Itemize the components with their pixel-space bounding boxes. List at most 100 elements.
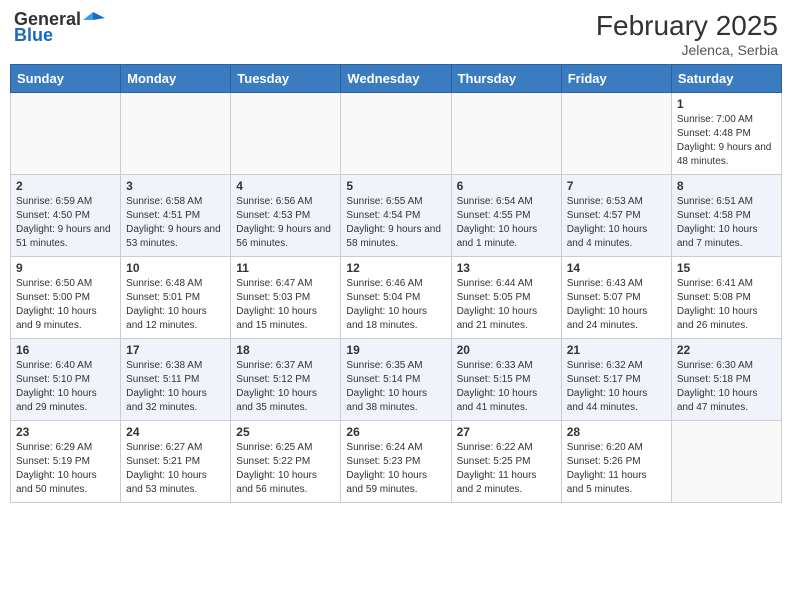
day-number: 14 [567,261,666,275]
day-info: Sunrise: 6:20 AM Sunset: 5:26 PM Dayligh… [567,441,666,497]
day-info: Sunrise: 6:53 AM Sunset: 4:57 PM Dayligh… [567,195,666,251]
calendar-cell: 5 Sunrise: 6:55 AM Sunset: 4:54 PM Daylig… [341,175,451,257]
day-number: 3 [126,179,225,193]
weekday-header-row: SundayMondayTuesdayWednesdayThursdayFrid… [11,65,782,93]
day-number: 17 [126,343,225,357]
calendar-week-row: 2 Sunrise: 6:59 AM Sunset: 4:50 PM Daylig… [11,175,782,257]
calendar-cell: 9 Sunrise: 6:50 AM Sunset: 5:00 PM Daylig… [11,257,121,339]
calendar-cell: 15Sunrise: 6:41 AM Sunset: 5:08 PM Dayli… [671,257,781,339]
weekday-header-thursday: Thursday [451,65,561,93]
day-info: Sunrise: 6:25 AM Sunset: 5:22 PM Dayligh… [236,441,335,497]
calendar-cell: 26 Sunrise: 6:24 AM Sunset: 5:23 PM Dayli… [341,421,451,503]
day-info: Sunrise: 6:56 AM Sunset: 4:53 PM Dayligh… [236,195,335,251]
day-number: 28 [567,425,666,439]
calendar-cell [561,93,671,175]
calendar-cell: 11 Sunrise: 6:47 AM Sunset: 5:03 PM Dayli… [231,257,341,339]
calendar-cell: 27 Sunrise: 6:22 AM Sunset: 5:25 PM Dayli… [451,421,561,503]
day-info: Sunrise: 6:58 AM Sunset: 4:51 PM Dayligh… [126,195,225,251]
calendar-week-row: 1 Sunrise: 7:00 AM Sunset: 4:48 PM Daylig… [11,93,782,175]
day-info: Sunrise: 6:48 AM Sunset: 5:01 PM Dayligh… [126,277,225,333]
day-info: Sunrise: 6:30 AM Sunset: 5:18 PM Dayligh… [677,359,776,415]
calendar-cell [121,93,231,175]
calendar-cell: 17 Sunrise: 6:38 AM Sunset: 5:11 PM Dayli… [121,339,231,421]
day-number: 6 [457,179,556,193]
day-info: Sunrise: 6:44 AM Sunset: 5:05 PM Dayligh… [457,277,556,333]
weekday-header-saturday: Saturday [671,65,781,93]
day-info: Sunrise: 6:33 AM Sunset: 5:15 PM Dayligh… [457,359,556,415]
logo: General Blue [14,10,105,46]
day-info: Sunrise: 6:29 AM Sunset: 5:19 PM Dayligh… [16,441,115,497]
day-number: 21 [567,343,666,357]
day-info: Sunrise: 6:40 AM Sunset: 5:10 PM Dayligh… [16,359,115,415]
calendar-cell: 12 Sunrise: 6:46 AM Sunset: 5:04 PM Dayli… [341,257,451,339]
calendar-cell: 22 Sunrise: 6:30 AM Sunset: 5:18 PM Dayli… [671,339,781,421]
day-number: 20 [457,343,556,357]
day-number: 11 [236,261,335,275]
day-info: Sunrise: 6:59 AM Sunset: 4:50 PM Dayligh… [16,195,115,251]
calendar-week-row: 16 Sunrise: 6:40 AM Sunset: 5:10 PM Dayli… [11,339,782,421]
calendar-cell: 3 Sunrise: 6:58 AM Sunset: 4:51 PM Daylig… [121,175,231,257]
calendar-cell: 2 Sunrise: 6:59 AM Sunset: 4:50 PM Daylig… [11,175,121,257]
calendar-cell: 19 Sunrise: 6:35 AM Sunset: 5:14 PM Dayli… [341,339,451,421]
day-info: Sunrise: 6:55 AM Sunset: 4:54 PM Dayligh… [346,195,445,251]
calendar-cell: 24 Sunrise: 6:27 AM Sunset: 5:21 PM Dayli… [121,421,231,503]
calendar-week-row: 23 Sunrise: 6:29 AM Sunset: 5:19 PM Dayli… [11,421,782,503]
calendar-cell: 7Sunrise: 6:53 AM Sunset: 4:57 PM Daylig… [561,175,671,257]
weekday-header-wednesday: Wednesday [341,65,451,93]
weekday-header-friday: Friday [561,65,671,93]
calendar-cell: 23 Sunrise: 6:29 AM Sunset: 5:19 PM Dayli… [11,421,121,503]
day-info: Sunrise: 6:37 AM Sunset: 5:12 PM Dayligh… [236,359,335,415]
weekday-header-sunday: Sunday [11,65,121,93]
day-info: Sunrise: 6:27 AM Sunset: 5:21 PM Dayligh… [126,441,225,497]
day-info: Sunrise: 6:43 AM Sunset: 5:07 PM Dayligh… [567,277,666,333]
day-number: 26 [346,425,445,439]
day-number: 1 [677,97,776,111]
day-number: 24 [126,425,225,439]
day-number: 8 [677,179,776,193]
calendar-cell [671,421,781,503]
calendar-cell: 25 Sunrise: 6:25 AM Sunset: 5:22 PM Dayli… [231,421,341,503]
day-number: 5 [346,179,445,193]
day-number: 13 [457,261,556,275]
day-number: 12 [346,261,445,275]
calendar-cell [451,93,561,175]
day-number: 22 [677,343,776,357]
calendar-cell: 13 Sunrise: 6:44 AM Sunset: 5:05 PM Dayli… [451,257,561,339]
calendar-table: SundayMondayTuesdayWednesdayThursdayFrid… [10,64,782,503]
day-info: Sunrise: 7:00 AM Sunset: 4:48 PM Dayligh… [677,113,776,169]
day-number: 27 [457,425,556,439]
calendar-cell: 1 Sunrise: 7:00 AM Sunset: 4:48 PM Daylig… [671,93,781,175]
day-number: 10 [126,261,225,275]
day-number: 16 [16,343,115,357]
day-number: 23 [16,425,115,439]
day-number: 19 [346,343,445,357]
logo-blue-text: Blue [14,26,105,46]
location-subtitle: Jelenca, Serbia [596,42,778,58]
day-info: Sunrise: 6:24 AM Sunset: 5:23 PM Dayligh… [346,441,445,497]
day-number: 2 [16,179,115,193]
calendar-cell: 10 Sunrise: 6:48 AM Sunset: 5:01 PM Dayli… [121,257,231,339]
calendar-cell: 14 Sunrise: 6:43 AM Sunset: 5:07 PM Dayli… [561,257,671,339]
day-info: Sunrise: 6:54 AM Sunset: 4:55 PM Dayligh… [457,195,556,251]
day-info: Sunrise: 6:32 AM Sunset: 5:17 PM Dayligh… [567,359,666,415]
page-header: General Blue February 2025 Jelenca, Serb… [10,10,782,58]
day-info: Sunrise: 6:35 AM Sunset: 5:14 PM Dayligh… [346,359,445,415]
day-number: 9 [16,261,115,275]
day-info: Sunrise: 6:50 AM Sunset: 5:00 PM Dayligh… [16,277,115,333]
day-info: Sunrise: 6:47 AM Sunset: 5:03 PM Dayligh… [236,277,335,333]
calendar-cell: 16 Sunrise: 6:40 AM Sunset: 5:10 PM Dayli… [11,339,121,421]
day-number: 25 [236,425,335,439]
day-number: 4 [236,179,335,193]
weekday-header-tuesday: Tuesday [231,65,341,93]
day-info: Sunrise: 6:46 AM Sunset: 5:04 PM Dayligh… [346,277,445,333]
calendar-cell [11,93,121,175]
calendar-cell: 20 Sunrise: 6:33 AM Sunset: 5:15 PM Dayli… [451,339,561,421]
calendar-cell: 4 Sunrise: 6:56 AM Sunset: 4:53 PM Daylig… [231,175,341,257]
day-number: 15 [677,261,776,275]
day-info: Sunrise: 6:22 AM Sunset: 5:25 PM Dayligh… [457,441,556,497]
calendar-cell: 21 Sunrise: 6:32 AM Sunset: 5:17 PM Dayli… [561,339,671,421]
calendar-cell: 18Sunrise: 6:37 AM Sunset: 5:12 PM Dayli… [231,339,341,421]
month-year-title: February 2025 [596,10,778,42]
calendar-cell: 28 Sunrise: 6:20 AM Sunset: 5:26 PM Dayli… [561,421,671,503]
day-info: Sunrise: 6:38 AM Sunset: 5:11 PM Dayligh… [126,359,225,415]
